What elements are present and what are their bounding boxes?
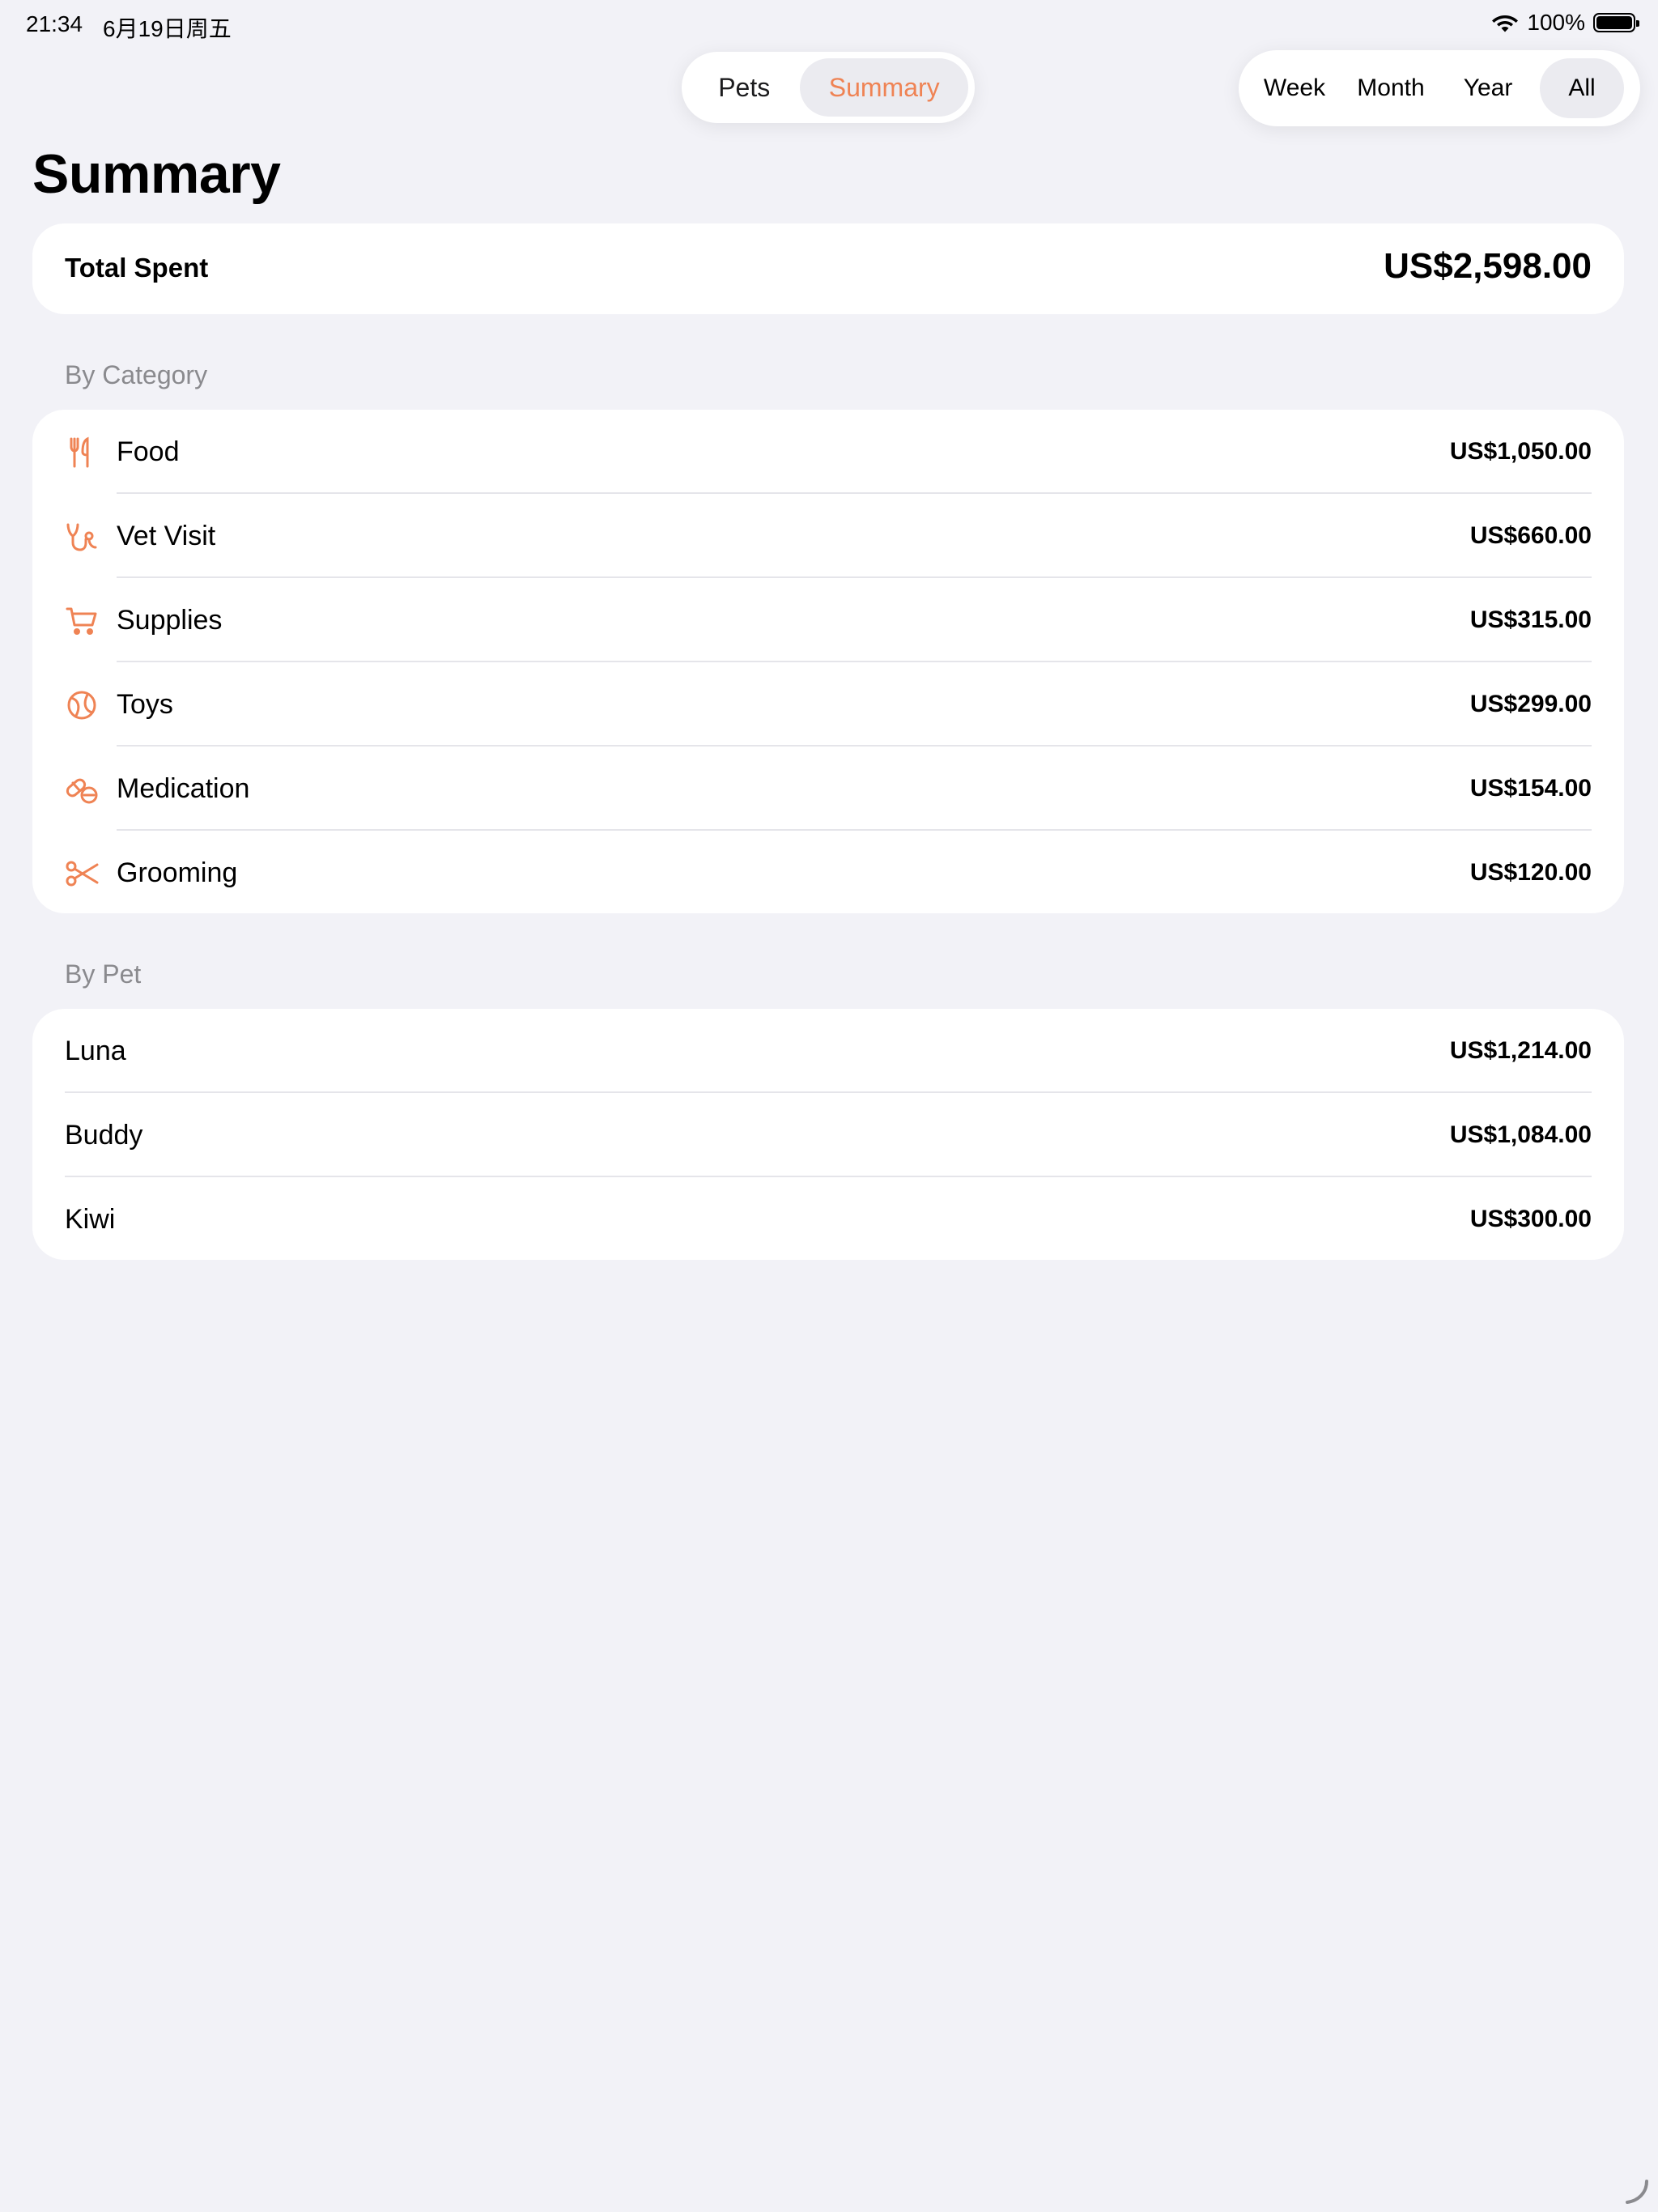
main-segmented-control: Pets Summary (682, 52, 975, 123)
scissors-icon (66, 861, 99, 887)
pet-name: Buddy (65, 1120, 143, 1151)
pet-list: Luna US$1,214.00 Buddy US$1,084.00 Kiwi … (32, 1009, 1624, 1260)
pet-row-kiwi: Kiwi US$300.00 (32, 1177, 1624, 1261)
by-pet-header: By Pet (65, 959, 142, 989)
category-amount: US$660.00 (1469, 522, 1592, 549)
category-list: Food US$1,050.00 Vet Visit US$660.00 Sup… (32, 410, 1624, 913)
pet-amount: US$1,084.00 (1449, 1121, 1592, 1148)
status-date: 6月19日周五 (103, 16, 232, 41)
category-label: Toys (117, 689, 173, 720)
battery-icon (1593, 13, 1639, 32)
range-year[interactable]: Year (1439, 58, 1537, 118)
range-week[interactable]: Week (1247, 58, 1342, 118)
category-row-grooming: Grooming US$120.00 (32, 831, 1624, 915)
status-time: 21:34 (26, 11, 83, 36)
category-row-supplies: Supplies US$315.00 (32, 578, 1624, 662)
tab-summary[interactable]: Summary (800, 58, 968, 117)
resize-handle-icon[interactable] (1622, 2178, 1650, 2206)
category-amount: US$299.00 (1469, 691, 1592, 717)
range-month[interactable]: Month (1342, 58, 1439, 118)
total-spent-label: Total Spent (65, 253, 209, 283)
pet-amount: US$300.00 (1469, 1206, 1592, 1232)
category-label: Food (117, 436, 180, 467)
category-row-medication: Medication US$154.00 (32, 747, 1624, 831)
category-label: Grooming (117, 857, 238, 888)
category-amount: US$1,050.00 (1449, 438, 1592, 465)
time-range-control: Week Month Year All (1239, 50, 1640, 126)
category-row-vet-visit: Vet Visit US$660.00 (32, 494, 1624, 578)
category-amount: US$120.00 (1469, 859, 1592, 886)
pet-name: Kiwi (65, 1204, 116, 1235)
range-all[interactable]: All (1540, 58, 1624, 118)
fork-knife-icon (70, 436, 89, 468)
category-label: Supplies (117, 605, 223, 636)
status-bar: 21:34 6月19日周五 100% (0, 0, 1658, 52)
status-right: 100% (1491, 10, 1639, 36)
category-row-toys: Toys US$299.00 (32, 662, 1624, 747)
wifi-icon (1492, 15, 1519, 32)
by-category-header: By Category (65, 360, 208, 389)
pet-row-buddy: Buddy US$1,084.00 (32, 1093, 1624, 1177)
category-label: Vet Visit (117, 521, 216, 551)
category-row-food: Food US$1,050.00 (32, 410, 1624, 494)
category-amount: US$154.00 (1469, 775, 1592, 802)
battery-percentage: 100% (1527, 10, 1585, 35)
total-spent-value: US$2,598.00 (1384, 246, 1592, 286)
tab-pets[interactable]: Pets (688, 58, 800, 117)
stethoscope-icon (66, 523, 97, 551)
page-title: Summary (32, 143, 281, 205)
cart-icon (66, 607, 97, 635)
pet-amount: US$1,214.00 (1449, 1037, 1592, 1064)
category-label: Medication (117, 773, 250, 804)
category-amount: US$315.00 (1469, 606, 1592, 633)
pills-icon (66, 778, 98, 804)
ball-icon (67, 691, 96, 720)
total-spent-card: Total Spent US$2,598.00 (32, 223, 1624, 314)
pet-row-luna: Luna US$1,214.00 (32, 1009, 1624, 1093)
pet-name: Luna (65, 1036, 126, 1066)
